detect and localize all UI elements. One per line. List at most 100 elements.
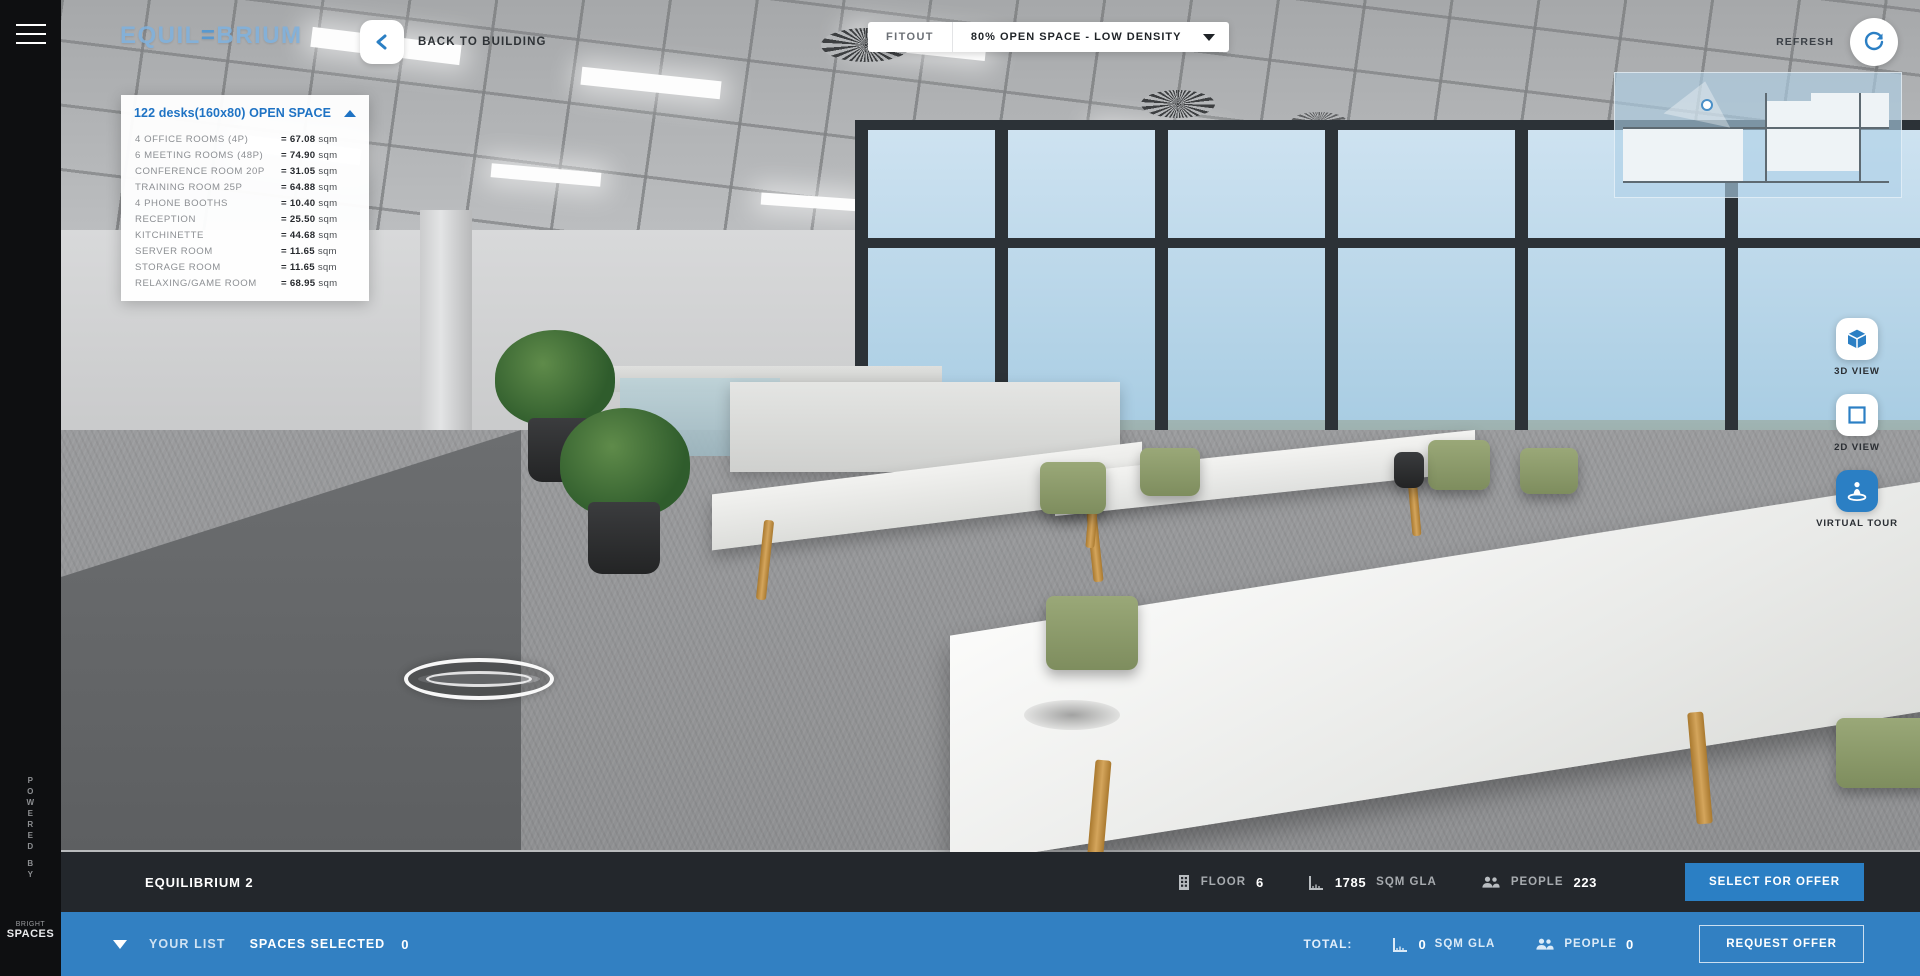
chevron-down-icon[interactable] (1203, 33, 1216, 41)
chair-base (1024, 700, 1120, 730)
minimap-wall (1765, 93, 1767, 183)
view-mode-3d-label: 3D VIEW (1834, 366, 1880, 377)
fitout-row-number: = 11.65 (281, 245, 315, 257)
bright-spaces-logo[interactable]: BRIGHT SPACES (0, 921, 61, 940)
people-icon (1481, 875, 1501, 890)
fitout-row-unit: sqm (318, 133, 338, 145)
view-mode-virtual-tour[interactable]: VIRTUAL TOUR (1814, 470, 1900, 530)
brand-dash: = (200, 22, 217, 49)
fitout-row-label: CONFERENCE ROOM 20P (135, 165, 265, 177)
total-area-value: 0 (1418, 936, 1426, 952)
app-root: POWERED BY BRIGHT SPACES EQUIL=BRIUM BAC… (0, 0, 1920, 976)
refresh-label: REFRESH (1776, 36, 1834, 48)
fitout-row-unit: sqm (317, 245, 337, 257)
floor-label: FLOOR (1200, 876, 1246, 888)
fitout-tag-label: FITOUT (868, 22, 953, 52)
fitout-row-value: = 25.50 sqm (281, 214, 355, 225)
minimap-block (1623, 127, 1743, 183)
fitout-breakdown-row: RECEPTION = 25.50 sqm (121, 211, 369, 227)
powered-by-label: POWERED BY (26, 776, 35, 879)
chevron-left-icon[interactable] (360, 20, 404, 64)
area-stat: 1785 SQM GLA (1308, 874, 1437, 891)
ruler-icon (1308, 874, 1325, 891)
refresh-control[interactable]: REFRESH (1776, 18, 1898, 66)
view-mode-3d[interactable]: 3D VIEW (1814, 318, 1900, 378)
fitout-row-label: 4 OFFICE ROOMS (4P) (135, 133, 249, 145)
brand-right: BRIUM (216, 22, 303, 49)
fitout-breakdown-title: 122 desks(160x80) OPEN SPACE (134, 106, 332, 120)
back-to-building[interactable]: BACK TO BUILDING (360, 20, 547, 64)
fitout-row-number: = 10.40 (281, 197, 316, 209)
floor-plan-minimap[interactable] (1614, 72, 1902, 198)
fitout-breakdown-row: CONFERENCE ROOM 20P = 31.05 sqm (121, 163, 369, 179)
space-stats: FLOOR 6 1785 SQM GLA PEOPLE 223 SELECT F… (1177, 863, 1920, 901)
fitout-breakdown-row: KITCHINETTE = 44.68 sqm (121, 227, 369, 243)
spaces-selected-label: SPACES SELECTED (249, 937, 386, 951)
fitout-row-label: 6 MEETING ROOMS (48P) (135, 149, 264, 161)
office-chair (1394, 452, 1424, 488)
fitout-row-unit: sqm (318, 197, 338, 209)
back-to-building-label: BACK TO BUILDING (418, 36, 547, 48)
fitout-row-unit: sqm (318, 165, 338, 177)
fitout-row-label: 4 PHONE BOOTHS (135, 197, 228, 209)
office-chair (1040, 462, 1106, 514)
fitout-breakdown-row: 6 MEETING ROOMS (48P) = 74.90 sqm (121, 147, 369, 163)
person-360-icon[interactable] (1836, 470, 1878, 512)
fitout-row-value: = 44.68 sqm (281, 230, 355, 241)
view-mode-switcher: 3D VIEW 2D VIEW VIRTUAL TOUR (1814, 318, 1900, 546)
fitout-row-label: RECEPTION (135, 213, 196, 225)
spaces-selected-count: 0 (401, 936, 409, 952)
your-list-totals: TOTAL: 0 SQM GLA PEOPLE 0 REQUEST OFFER (1304, 925, 1920, 963)
fitout-breakdown-row: RELAXING/GAME ROOM = 68.95 sqm (121, 275, 369, 291)
fitout-breakdown-row: STORAGE ROOM = 11.65 sqm (121, 259, 369, 275)
camera-position-marker[interactable] (1701, 99, 1713, 111)
minimap-wall (1623, 127, 1889, 129)
office-chair (1520, 448, 1578, 494)
fitout-row-number: = 67.08 (281, 133, 316, 145)
refresh-icon[interactable] (1850, 18, 1898, 66)
floor-stat: FLOOR 6 (1177, 874, 1264, 891)
cube-icon[interactable] (1836, 318, 1878, 360)
view-mode-2d[interactable]: 2D VIEW (1814, 394, 1900, 454)
fitout-breakdown-rows: 4 OFFICE ROOMS (4P) = 67.08 sqm 6 MEETING … (121, 129, 369, 301)
area-value: 1785 (1334, 874, 1367, 890)
fitout-row-number: = 25.50 (281, 213, 316, 225)
fitout-row-value: = 64.88 sqm (281, 182, 355, 193)
total-people-stat: PEOPLE 0 (1535, 937, 1633, 952)
fitout-breakdown-row: 4 OFFICE ROOMS (4P) = 67.08 sqm (121, 131, 369, 147)
fitout-row-value: = 74.90 sqm (281, 150, 355, 161)
navigation-hotspot[interactable] (404, 658, 554, 700)
chevron-down-icon[interactable] (113, 939, 127, 949)
chevron-up-icon[interactable] (344, 109, 356, 117)
total-label: TOTAL: (1303, 937, 1353, 951)
people-icon (1535, 937, 1555, 952)
office-chair (1046, 596, 1138, 670)
left-rail: POWERED BY BRIGHT SPACES (0, 0, 61, 976)
fitout-row-unit: sqm (318, 149, 338, 161)
logo-main-text: SPACES (6, 928, 55, 940)
fitout-breakdown-row: 4 PHONE BOOTHS = 10.40 sqm (121, 195, 369, 211)
fitout-selector[interactable]: FITOUT 80% OPEN SPACE - LOW DENSITY (868, 22, 1230, 52)
fitout-row-number: = 68.95 (281, 277, 316, 289)
fitout-breakdown-row: TRAINING ROOM 25P = 64.88 sqm (121, 179, 369, 195)
total-people-label: PEOPLE (1564, 938, 1617, 950)
fitout-row-label: RELAXING/GAME ROOM (135, 277, 257, 289)
request-offer-button[interactable]: REQUEST OFFER (1699, 925, 1864, 963)
people-value: 223 (1573, 874, 1597, 890)
fitout-breakdown-panel: 122 desks(160x80) OPEN SPACE 4 OFFICE RO… (121, 95, 369, 301)
fitout-breakdown-header[interactable]: 122 desks(160x80) OPEN SPACE (121, 95, 369, 129)
brand-left: EQUIL (120, 22, 201, 49)
office-chair (1140, 448, 1200, 496)
fitout-row-number: = 64.88 (281, 181, 316, 193)
space-summary-bar: EQUILIBRIUM 2 FLOOR 6 1785 SQM GLA PEOPL… (61, 852, 1920, 912)
office-chair (1836, 718, 1920, 788)
fitout-dropdown[interactable]: 80% OPEN SPACE - LOW DENSITY (952, 22, 1230, 52)
hamburger-icon[interactable] (16, 24, 46, 51)
fitout-row-number: = 44.68 (281, 229, 316, 241)
structural-column (420, 210, 472, 460)
your-list-bar: YOUR LIST SPACES SELECTED 0 TOTAL: 0 SQM… (61, 912, 1920, 976)
fitout-row-value: = 31.05 sqm (281, 166, 355, 177)
air-diffuser (1141, 90, 1215, 118)
square-icon[interactable] (1836, 394, 1878, 436)
select-for-offer-button[interactable]: SELECT FOR OFFER (1685, 863, 1864, 901)
